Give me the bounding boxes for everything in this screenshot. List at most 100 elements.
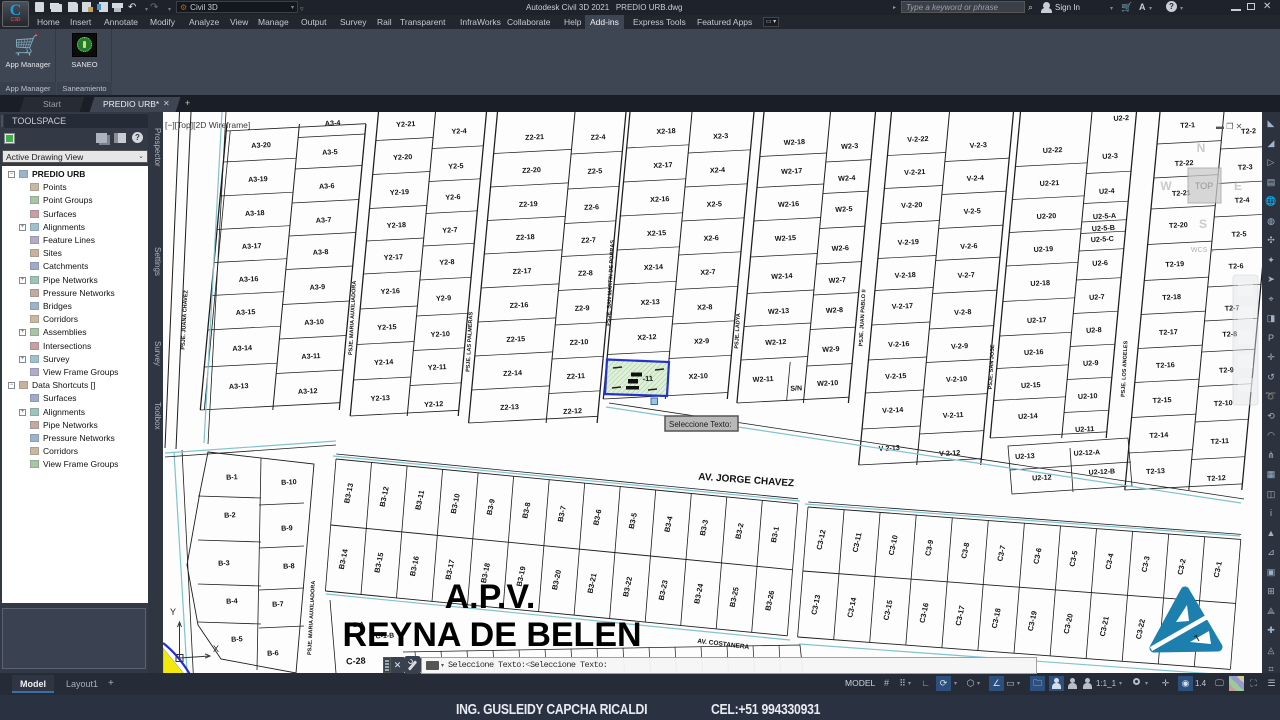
svg-text:Z2-11: Z2-11 — [566, 371, 585, 381]
svg-text:V-2-7: V-2-7 — [957, 270, 975, 280]
svg-text:A3-11: A3-11 — [301, 351, 321, 361]
svg-text:Y2-8: Y2-8 — [439, 257, 455, 267]
svg-text:C3-9: C3-9 — [923, 539, 935, 557]
svg-text:[−][Top][2D Wireframe]: [−][Top][2D Wireframe] — [165, 120, 250, 130]
svg-text:PSJE. JUAN PABLO II: PSJE. JUAN PABLO II — [859, 289, 868, 347]
svg-text:A3-14: A3-14 — [232, 343, 252, 353]
svg-text:A3-8: A3-8 — [313, 247, 329, 257]
svg-text:B3-4: B3-4 — [662, 514, 674, 533]
svg-text:T2-20: T2-20 — [1169, 220, 1188, 230]
svg-text:Z2-12: Z2-12 — [563, 406, 582, 416]
svg-text:W2-15: W2-15 — [775, 233, 797, 243]
svg-text:B3-14: B3-14 — [337, 547, 350, 570]
svg-text:WCS ⌄: WCS ⌄ — [1191, 247, 1215, 254]
svg-text:S: S — [1199, 217, 1207, 231]
svg-text:Y2-5: Y2-5 — [448, 161, 464, 171]
svg-text:B-3: B-3 — [218, 558, 230, 568]
svg-text:T2-2: T2-2 — [1241, 126, 1256, 136]
svg-text:Y2-18: Y2-18 — [387, 220, 407, 230]
svg-text:Y2-13: Y2-13 — [370, 393, 390, 403]
svg-text:W2-14: W2-14 — [771, 271, 793, 281]
svg-text:V-2-5: V-2-5 — [963, 206, 981, 216]
svg-text:C3-5: C3-5 — [1067, 550, 1079, 568]
svg-text:W2-16: W2-16 — [778, 199, 800, 209]
svg-text:Y2-9: Y2-9 — [436, 293, 452, 303]
svg-text:X2-12: X2-12 — [637, 332, 657, 342]
svg-text:W2-9: W2-9 — [822, 344, 840, 354]
svg-text:V-2-22: V-2-22 — [907, 134, 929, 144]
svg-text:T2-17: T2-17 — [1159, 327, 1178, 337]
svg-text:C3-19: C3-19 — [1026, 610, 1039, 632]
svg-text:V-2-10: V-2-10 — [946, 374, 968, 384]
svg-text:C3-18: C3-18 — [990, 607, 1003, 629]
svg-text:A3-19: A3-19 — [248, 174, 268, 184]
svg-text:PSJE. JUANA CHAVEZ: PSJE. JUANA CHAVEZ — [180, 289, 189, 349]
svg-text:Z2-18: Z2-18 — [516, 232, 535, 242]
svg-text:U2-12-A: U2-12-A — [1074, 449, 1101, 457]
svg-text:U2-13: U2-13 — [1015, 451, 1035, 461]
svg-text:A.P.V.: A.P.V. — [445, 578, 536, 616]
svg-text:B-8: B-8 — [283, 561, 295, 571]
svg-text:TOP: TOP — [1195, 181, 1213, 191]
svg-text:X2-15: X2-15 — [647, 228, 667, 238]
svg-text:B-10: B-10 — [281, 477, 297, 487]
svg-text:U2-16: U2-16 — [1024, 347, 1044, 357]
svg-text:B3-2: B3-2 — [733, 522, 745, 540]
svg-text:U2-20: U2-20 — [1036, 211, 1056, 221]
svg-text:Z2-14: Z2-14 — [503, 368, 522, 378]
svg-text:B3-6: B3-6 — [591, 508, 603, 526]
svg-text:T2-22: T2-22 — [1175, 158, 1194, 168]
svg-text:C3-2: C3-2 — [1176, 558, 1188, 576]
svg-text:X2-5: X2-5 — [706, 199, 722, 209]
svg-text:W2-3: W2-3 — [841, 141, 859, 151]
svg-text:B3-8: B3-8 — [520, 501, 532, 519]
svg-text:B-6: B-6 — [267, 648, 279, 658]
svg-text:A3-13: A3-13 — [229, 381, 249, 391]
svg-text:Z2-8: Z2-8 — [578, 268, 593, 278]
svg-text:C3-16: C3-16 — [918, 602, 931, 624]
svg-text:U2-5-B: U2-5-B — [1092, 223, 1116, 233]
svg-text:-11: -11 — [642, 374, 653, 384]
svg-text:Y2-15: Y2-15 — [377, 322, 397, 332]
svg-text:B3-5: B3-5 — [627, 512, 639, 530]
svg-text:Z2-15: Z2-15 — [506, 334, 525, 344]
svg-text:Y2-4: Y2-4 — [451, 126, 467, 136]
svg-text:T2-10: T2-10 — [1214, 398, 1233, 408]
svg-text:Z2-10: Z2-10 — [569, 337, 588, 347]
svg-text:A3-18: A3-18 — [245, 208, 265, 218]
svg-text:Y2-19: Y2-19 — [390, 187, 410, 197]
svg-text:Z2-7: Z2-7 — [581, 235, 596, 245]
svg-text:X2-6: X2-6 — [703, 233, 719, 243]
svg-text:T2-12: T2-12 — [1207, 473, 1226, 483]
svg-text:B3-25: B3-25 — [728, 586, 741, 608]
svg-text:B3-10: B3-10 — [449, 493, 462, 515]
svg-text:C3-3: C3-3 — [1140, 555, 1152, 573]
svg-text:U2-18: U2-18 — [1030, 278, 1050, 288]
svg-text:A3-4: A3-4 — [325, 118, 341, 128]
svg-text:Z2-13: Z2-13 — [500, 402, 519, 412]
svg-text:V-2-14: V-2-14 — [882, 405, 904, 415]
svg-text:A3-7: A3-7 — [316, 215, 332, 225]
svg-text:B3-26: B3-26 — [763, 590, 776, 612]
svg-text:PSJE. LADYA: PSJE. LADYA — [734, 313, 742, 349]
svg-text:U2-3: U2-3 — [1102, 151, 1118, 161]
svg-text:B3-12: B3-12 — [378, 486, 391, 508]
svg-text:C3-20: C3-20 — [1062, 613, 1075, 635]
svg-text:B-7: B-7 — [272, 599, 284, 609]
svg-text:A3-12: A3-12 — [298, 386, 318, 396]
svg-text:B3-22: B3-22 — [621, 576, 634, 598]
svg-text:X2-7: X2-7 — [700, 267, 716, 277]
svg-text:B3-16: B3-16 — [408, 555, 421, 577]
svg-text:Y2-6: Y2-6 — [445, 192, 461, 202]
svg-text:Z2-19: Z2-19 — [519, 199, 538, 209]
svg-text:U2-8: U2-8 — [1086, 325, 1102, 335]
svg-text:U2-17: U2-17 — [1027, 315, 1047, 325]
svg-text:Y2-11: Y2-11 — [428, 362, 447, 372]
svg-text:B3-9: B3-9 — [485, 498, 497, 516]
svg-text:V-2-20: V-2-20 — [901, 200, 923, 210]
svg-text:Y2-7: Y2-7 — [442, 225, 458, 235]
svg-text:W2-13: W2-13 — [768, 306, 790, 316]
svg-text:U2-5-A: U2-5-A — [1093, 211, 1117, 221]
svg-text:U2-2: U2-2 — [1113, 113, 1129, 123]
svg-text:V-2-15: V-2-15 — [885, 371, 907, 381]
